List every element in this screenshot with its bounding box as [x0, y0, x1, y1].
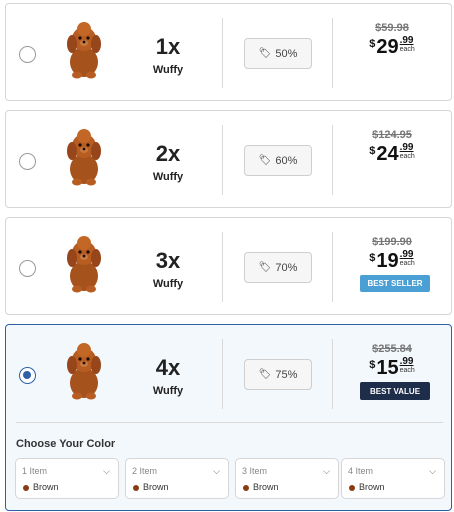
price-cents: .99 [399, 142, 414, 153]
puppy-image [67, 22, 101, 79]
discount-value: 50% [275, 47, 298, 60]
product-name: Wuffy [152, 64, 184, 76]
price-cents: .99 [399, 356, 414, 367]
price-each-label: each [399, 260, 415, 267]
select-value: Brown [143, 482, 169, 492]
color-select-3[interactable]: 3 Item ⌵ Brown [235, 458, 339, 499]
chevron-down-icon: ⌵ [429, 466, 436, 476]
bundle-option-4[interactable]: 4x Wuffy 🏷︎ 75% $255.84 $ 15 .99 each BE… [5, 324, 452, 511]
select-value: Brown [253, 482, 279, 492]
sale-price: $ 19 .99 each [332, 249, 452, 273]
bundle-option-3[interactable]: 3x Wuffy 🏷︎ 70% $199.90 $ 19 .99 each BE… [5, 217, 452, 315]
bundle-quantity: 1x [155, 34, 181, 59]
color-swatch [349, 485, 355, 491]
original-price: $59.98 [375, 22, 409, 34]
select-label: 4 Item [348, 466, 374, 476]
price-dollars: 15 [376, 357, 399, 379]
original-price: $124.95 [372, 129, 412, 141]
product-name: Wuffy [152, 171, 184, 183]
discount-pill: 🏷︎ 50% [244, 38, 312, 69]
tag-icon: 🏷︎ [258, 369, 272, 380]
chevron-down-icon: ⌵ [213, 466, 220, 476]
sale-price: $ 29 .99 each [332, 35, 452, 59]
best-seller-badge: BEST SELLER [360, 275, 430, 292]
color-picker-title: Choose Your Color [16, 438, 116, 450]
select-value: Brown [33, 482, 59, 492]
divider [222, 18, 223, 88]
currency-symbol: $ [369, 252, 376, 264]
price-dollars: 24 [376, 143, 399, 165]
puppy-image [67, 343, 101, 400]
bundle-option-2[interactable]: 2x Wuffy 🏷︎ 60% $124.95 $ 24 .99 each [5, 110, 452, 208]
divider [222, 125, 223, 195]
discount-pill: 🏷︎ 60% [244, 145, 312, 176]
sale-price: $ 24 .99 each [332, 142, 452, 166]
product-name: Wuffy [152, 385, 184, 397]
discount-value: 70% [275, 261, 298, 274]
bundle-quantity: 4x [155, 355, 181, 380]
discount-value: 60% [275, 154, 298, 167]
bundle-quantity: 3x [155, 248, 181, 273]
divider [222, 232, 223, 302]
color-swatch [243, 485, 249, 491]
puppy-image [67, 129, 101, 186]
discount-value: 75% [275, 368, 298, 381]
bundle-offer-list: 1x Wuffy 🏷︎ 50% $59.98 $ 29 .99 each 2x … [0, 0, 454, 512]
color-swatch [23, 485, 29, 491]
color-swatch [133, 485, 139, 491]
chevron-down-icon: ⌵ [103, 466, 110, 476]
divider [16, 422, 443, 423]
bundle-quantity: 2x [155, 141, 181, 166]
product-name: Wuffy [152, 278, 184, 290]
color-select-2[interactable]: 2 Item ⌵ Brown [125, 458, 229, 499]
chevron-down-icon: ⌵ [323, 466, 330, 476]
divider [222, 339, 223, 409]
color-select-1[interactable]: 1 Item ⌵ Brown [15, 458, 119, 499]
radio-button-icon[interactable] [19, 46, 36, 63]
bundle-option-1[interactable]: 1x Wuffy 🏷︎ 50% $59.98 $ 29 .99 each [5, 3, 452, 101]
price-cents: .99 [399, 249, 414, 260]
tag-icon: 🏷︎ [258, 155, 272, 166]
select-label: 2 Item [132, 466, 158, 476]
discount-pill: 🏷︎ 75% [244, 359, 312, 390]
select-value: Brown [359, 482, 385, 492]
tag-icon: 🏷︎ [258, 48, 272, 59]
discount-pill: 🏷︎ 70% [244, 252, 312, 283]
sale-price: $ 15 .99 each [332, 356, 452, 380]
price-each-label: each [399, 46, 415, 53]
price-each-label: each [399, 153, 415, 160]
price-each-label: each [399, 367, 415, 374]
radio-button-icon[interactable] [19, 367, 36, 384]
tag-icon: 🏷︎ [258, 262, 272, 273]
best-value-badge: BEST VALUE [360, 382, 430, 400]
price-dollars: 29 [376, 36, 399, 58]
original-price: $199.90 [372, 236, 412, 248]
radio-button-icon[interactable] [19, 260, 36, 277]
original-price: $255.84 [372, 343, 412, 355]
select-label: 3 Item [242, 466, 268, 476]
select-label: 1 Item [22, 466, 48, 476]
price-cents: .99 [399, 35, 414, 46]
radio-button-icon[interactable] [19, 153, 36, 170]
currency-symbol: $ [369, 145, 376, 157]
currency-symbol: $ [369, 359, 376, 371]
color-select-4[interactable]: 4 Item ⌵ Brown [341, 458, 445, 499]
price-dollars: 19 [376, 250, 399, 272]
currency-symbol: $ [369, 38, 376, 50]
puppy-image [67, 236, 101, 293]
